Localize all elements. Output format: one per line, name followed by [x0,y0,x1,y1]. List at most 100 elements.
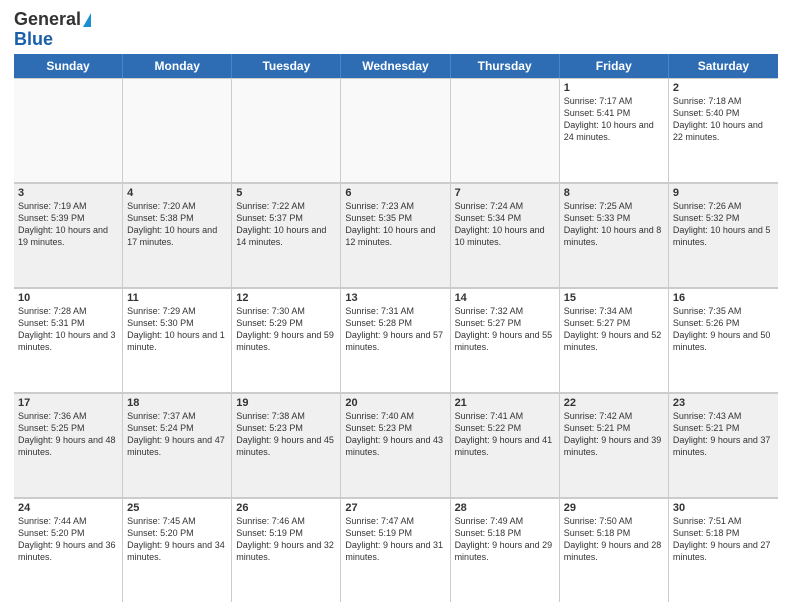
day-number: 14 [455,292,555,304]
day-number: 4 [127,187,227,199]
day-number: 5 [236,187,336,199]
logo-blue-text: Blue [14,30,53,48]
logo-general: General [14,9,81,29]
day-cell-26: 26Sunrise: 7:46 AM Sunset: 5:19 PM Dayli… [232,498,341,602]
day-cell-11: 11Sunrise: 7:29 AM Sunset: 5:30 PM Dayli… [123,288,232,392]
calendar: SundayMondayTuesdayWednesdayThursdayFrid… [14,54,778,602]
day-number: 29 [564,502,664,514]
day-cell-24: 24Sunrise: 7:44 AM Sunset: 5:20 PM Dayli… [14,498,123,602]
day-info: Sunrise: 7:43 AM Sunset: 5:21 PM Dayligh… [673,410,774,459]
day-number: 30 [673,502,774,514]
day-cell-19: 19Sunrise: 7:38 AM Sunset: 5:23 PM Dayli… [232,393,341,497]
empty-cell [341,78,450,182]
day-cell-18: 18Sunrise: 7:37 AM Sunset: 5:24 PM Dayli… [123,393,232,497]
header-day-friday: Friday [560,54,669,78]
day-number: 12 [236,292,336,304]
header-day-saturday: Saturday [669,54,778,78]
day-info: Sunrise: 7:26 AM Sunset: 5:32 PM Dayligh… [673,200,774,249]
day-cell-23: 23Sunrise: 7:43 AM Sunset: 5:21 PM Dayli… [669,393,778,497]
day-number: 15 [564,292,664,304]
calendar-header: SundayMondayTuesdayWednesdayThursdayFrid… [14,54,778,78]
day-cell-30: 30Sunrise: 7:51 AM Sunset: 5:18 PM Dayli… [669,498,778,602]
day-number: 8 [564,187,664,199]
day-cell-5: 5Sunrise: 7:22 AM Sunset: 5:37 PM Daylig… [232,183,341,287]
day-info: Sunrise: 7:50 AM Sunset: 5:18 PM Dayligh… [564,515,664,564]
day-cell-14: 14Sunrise: 7:32 AM Sunset: 5:27 PM Dayli… [451,288,560,392]
header-day-thursday: Thursday [451,54,560,78]
day-cell-10: 10Sunrise: 7:28 AM Sunset: 5:31 PM Dayli… [14,288,123,392]
header-day-monday: Monday [123,54,232,78]
day-cell-7: 7Sunrise: 7:24 AM Sunset: 5:34 PM Daylig… [451,183,560,287]
empty-cell [14,78,123,182]
day-cell-3: 3Sunrise: 7:19 AM Sunset: 5:39 PM Daylig… [14,183,123,287]
day-info: Sunrise: 7:34 AM Sunset: 5:27 PM Dayligh… [564,305,664,354]
day-cell-21: 21Sunrise: 7:41 AM Sunset: 5:22 PM Dayli… [451,393,560,497]
day-cell-17: 17Sunrise: 7:36 AM Sunset: 5:25 PM Dayli… [14,393,123,497]
day-number: 26 [236,502,336,514]
week-row-4: 17Sunrise: 7:36 AM Sunset: 5:25 PM Dayli… [14,393,778,498]
day-number: 6 [345,187,445,199]
header-day-wednesday: Wednesday [341,54,450,78]
day-cell-20: 20Sunrise: 7:40 AM Sunset: 5:23 PM Dayli… [341,393,450,497]
day-cell-6: 6Sunrise: 7:23 AM Sunset: 5:35 PM Daylig… [341,183,450,287]
day-info: Sunrise: 7:30 AM Sunset: 5:29 PM Dayligh… [236,305,336,354]
day-number: 13 [345,292,445,304]
day-number: 18 [127,397,227,409]
day-number: 7 [455,187,555,199]
day-cell-13: 13Sunrise: 7:31 AM Sunset: 5:28 PM Dayli… [341,288,450,392]
week-row-1: 1Sunrise: 7:17 AM Sunset: 5:41 PM Daylig… [14,78,778,183]
day-cell-4: 4Sunrise: 7:20 AM Sunset: 5:38 PM Daylig… [123,183,232,287]
day-number: 24 [18,502,118,514]
empty-cell [232,78,341,182]
day-cell-12: 12Sunrise: 7:30 AM Sunset: 5:29 PM Dayli… [232,288,341,392]
calendar-body: 1Sunrise: 7:17 AM Sunset: 5:41 PM Daylig… [14,78,778,602]
day-number: 10 [18,292,118,304]
day-number: 19 [236,397,336,409]
week-row-3: 10Sunrise: 7:28 AM Sunset: 5:31 PM Dayli… [14,288,778,393]
logo-text: General [14,10,91,30]
day-info: Sunrise: 7:31 AM Sunset: 5:28 PM Dayligh… [345,305,445,354]
day-info: Sunrise: 7:36 AM Sunset: 5:25 PM Dayligh… [18,410,118,459]
day-info: Sunrise: 7:47 AM Sunset: 5:19 PM Dayligh… [345,515,445,564]
day-info: Sunrise: 7:45 AM Sunset: 5:20 PM Dayligh… [127,515,227,564]
day-info: Sunrise: 7:29 AM Sunset: 5:30 PM Dayligh… [127,305,227,354]
day-cell-22: 22Sunrise: 7:42 AM Sunset: 5:21 PM Dayli… [560,393,669,497]
day-info: Sunrise: 7:32 AM Sunset: 5:27 PM Dayligh… [455,305,555,354]
day-info: Sunrise: 7:35 AM Sunset: 5:26 PM Dayligh… [673,305,774,354]
day-info: Sunrise: 7:49 AM Sunset: 5:18 PM Dayligh… [455,515,555,564]
day-info: Sunrise: 7:40 AM Sunset: 5:23 PM Dayligh… [345,410,445,459]
week-row-5: 24Sunrise: 7:44 AM Sunset: 5:20 PM Dayli… [14,498,778,602]
day-cell-29: 29Sunrise: 7:50 AM Sunset: 5:18 PM Dayli… [560,498,669,602]
day-cell-2: 2Sunrise: 7:18 AM Sunset: 5:40 PM Daylig… [669,78,778,182]
day-info: Sunrise: 7:51 AM Sunset: 5:18 PM Dayligh… [673,515,774,564]
day-cell-16: 16Sunrise: 7:35 AM Sunset: 5:26 PM Dayli… [669,288,778,392]
day-number: 28 [455,502,555,514]
day-info: Sunrise: 7:28 AM Sunset: 5:31 PM Dayligh… [18,305,118,354]
day-cell-27: 27Sunrise: 7:47 AM Sunset: 5:19 PM Dayli… [341,498,450,602]
day-number: 17 [18,397,118,409]
day-number: 9 [673,187,774,199]
empty-cell [123,78,232,182]
day-cell-28: 28Sunrise: 7:49 AM Sunset: 5:18 PM Dayli… [451,498,560,602]
day-cell-25: 25Sunrise: 7:45 AM Sunset: 5:20 PM Dayli… [123,498,232,602]
day-info: Sunrise: 7:17 AM Sunset: 5:41 PM Dayligh… [564,95,664,144]
header: General Blue [14,10,778,48]
day-number: 16 [673,292,774,304]
day-info: Sunrise: 7:46 AM Sunset: 5:19 PM Dayligh… [236,515,336,564]
day-number: 20 [345,397,445,409]
logo: General Blue [14,10,91,48]
empty-cell [451,78,560,182]
day-info: Sunrise: 7:37 AM Sunset: 5:24 PM Dayligh… [127,410,227,459]
header-day-sunday: Sunday [14,54,123,78]
page: General Blue SundayMondayTuesdayWednesda… [0,0,792,612]
day-cell-1: 1Sunrise: 7:17 AM Sunset: 5:41 PM Daylig… [560,78,669,182]
day-info: Sunrise: 7:19 AM Sunset: 5:39 PM Dayligh… [18,200,118,249]
header-day-tuesday: Tuesday [232,54,341,78]
day-info: Sunrise: 7:18 AM Sunset: 5:40 PM Dayligh… [673,95,774,144]
day-info: Sunrise: 7:38 AM Sunset: 5:23 PM Dayligh… [236,410,336,459]
day-number: 3 [18,187,118,199]
day-number: 21 [455,397,555,409]
day-info: Sunrise: 7:42 AM Sunset: 5:21 PM Dayligh… [564,410,664,459]
week-row-2: 3Sunrise: 7:19 AM Sunset: 5:39 PM Daylig… [14,183,778,288]
day-number: 2 [673,82,774,94]
